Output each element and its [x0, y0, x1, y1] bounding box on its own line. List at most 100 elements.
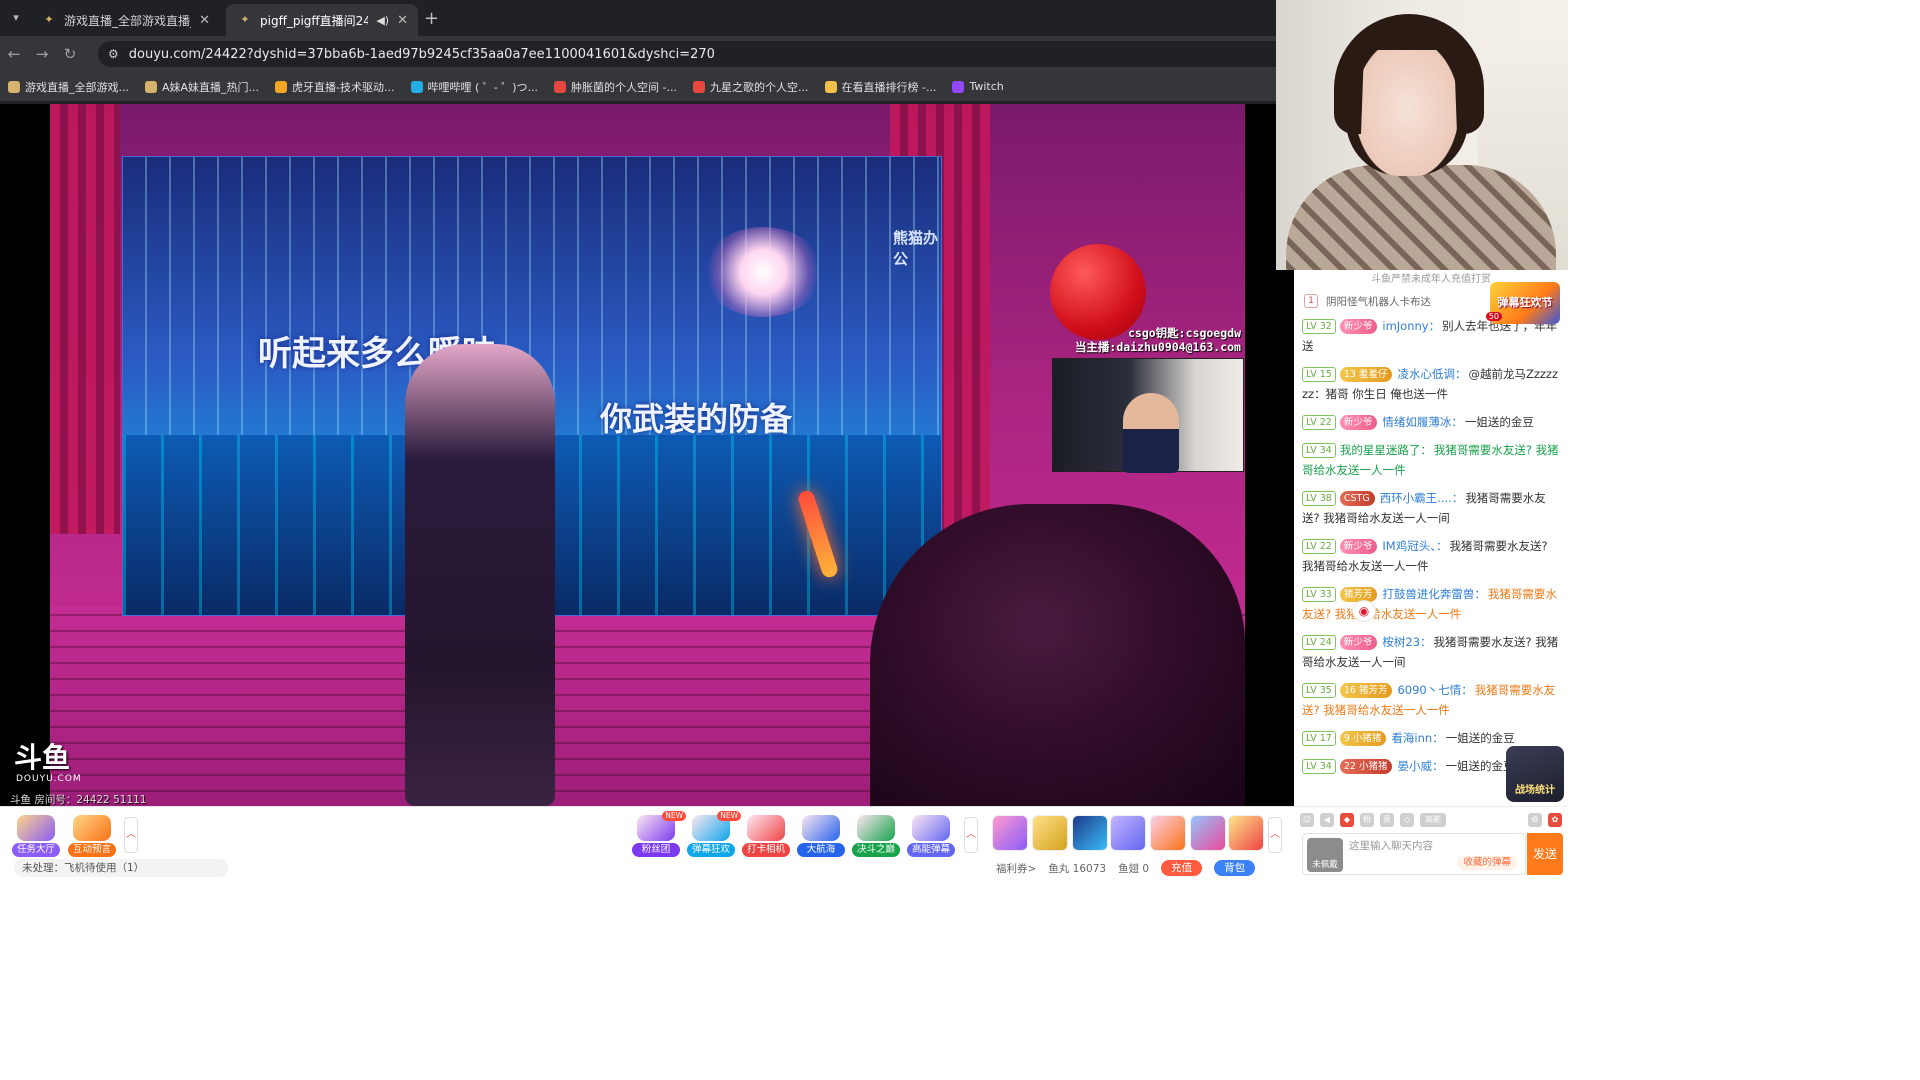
- new-tab-plus-icon[interactable]: +: [424, 8, 439, 29]
- reload-icon[interactable]: ↻: [56, 45, 84, 63]
- gift-item-icon[interactable]: [1072, 815, 1108, 851]
- fan-badge[interactable]: CSTG: [1339, 491, 1375, 506]
- chat-username[interactable]: 西环小霸王....：: [1380, 491, 1464, 505]
- high-energy-toggle[interactable]: 高能: [1420, 813, 1446, 827]
- douyu-favicon-icon: ✦: [44, 13, 54, 26]
- fan-badge[interactable]: 新少爷: [1339, 635, 1378, 650]
- tab-room-24422[interactable]: ✦ pigff_pigff直播间24422_斗 ◀) ✕: [226, 4, 418, 36]
- weibo-share-icon[interactable]: ◉: [1352, 600, 1376, 622]
- chat-username[interactable]: 凌水心低调：: [1397, 367, 1466, 381]
- bookmark-favicon-icon: [275, 80, 288, 93]
- gift-item-icon[interactable]: [1110, 815, 1146, 851]
- action-button[interactable]: 任务大厅: [12, 815, 60, 857]
- address-bar[interactable]: ⚙ douyu.com/24422?dyshid=37bba6b-1aed97b…: [98, 41, 1276, 67]
- fan-badge[interactable]: 新少爷: [1339, 415, 1378, 430]
- bookmark-item[interactable]: 在看直播排行榜 -...: [824, 79, 936, 95]
- fan-badge[interactable]: 13 羞羞仔: [1339, 367, 1393, 382]
- favorite-danmu-button[interactable]: 收藏的弹幕: [1457, 856, 1517, 870]
- bookmark-label: 肿胀菌的个人空间 -...: [571, 80, 678, 94]
- tab-close-icon[interactable]: ✕: [199, 13, 210, 28]
- douyu-logo: 斗鱼: [14, 741, 71, 774]
- site-settings-icon[interactable]: ⚙: [108, 47, 119, 61]
- expand-gifts-arrow-icon[interactable]: ︿: [1268, 817, 1282, 853]
- chat-message: LV 33 猪芳芳 打鼓兽进化奔雷兽： 我猪哥需要水友送? 我猪哥给水友送一人一件: [1294, 580, 1568, 628]
- bookmark-item[interactable]: 肿胀菌的个人空间 -...: [554, 79, 677, 95]
- gift-box-icon[interactable]: ✿: [1548, 813, 1562, 827]
- feature-label: 大航海: [797, 843, 845, 857]
- feature-button[interactable]: 弹幕狂欢 NEW: [687, 811, 741, 857]
- feature-button[interactable]: 大航海: [797, 815, 845, 857]
- battle-stats-badge[interactable]: 战场统计: [1506, 746, 1564, 802]
- chat-username[interactable]: 我的星星迷路了：: [1340, 443, 1432, 457]
- fan-badge[interactable]: 9 小猪猪: [1339, 731, 1387, 746]
- back-arrow-icon[interactable]: ←: [0, 45, 28, 63]
- bookmark-item[interactable]: A妹A妹直播_热门...: [145, 79, 259, 95]
- bookmark-favicon-icon: [952, 80, 965, 93]
- gift-item-icon[interactable]: [1032, 815, 1068, 851]
- tab-game-live[interactable]: ✦ 游戏直播_全部游戏直播_斗鱼直 ✕: [30, 4, 220, 36]
- bookmark-item[interactable]: 哔哩哔哩 ( ゜- ゜)つ...: [410, 79, 538, 95]
- emoji-icon[interactable]: ☺: [1300, 813, 1314, 827]
- chat-username[interactable]: 桉树23：: [1382, 635, 1431, 649]
- gift-item-icon[interactable]: [992, 815, 1028, 851]
- chat-username[interactable]: IM鸡冠头、：: [1382, 539, 1447, 553]
- recharge-button[interactable]: 充值: [1161, 860, 1203, 876]
- bookmark-favicon-icon: [410, 80, 423, 93]
- tab-close-icon[interactable]: ✕: [397, 13, 408, 28]
- video-player[interactable]: 熊猫办公 听起来多么暧昧 你武装的防备 csgo钥匙:csgoegdw 当主播:…: [0, 104, 1294, 806]
- room-id-label: 斗鱼 房间号：24422 51111: [10, 794, 147, 806]
- feature-button[interactable]: 打卡相机: [742, 815, 790, 857]
- shield-icon[interactable]: ◇: [1400, 813, 1414, 827]
- feature-icon: [857, 815, 895, 841]
- feature-label: 粉丝团: [632, 843, 680, 857]
- feature-button[interactable]: 粉丝团 NEW: [632, 811, 686, 857]
- bookmark-item[interactable]: 游戏直播_全部游戏...: [8, 79, 129, 95]
- expand-features-arrow-icon[interactable]: ︿: [964, 817, 978, 853]
- feature-button[interactable]: 高能弹幕: [907, 815, 955, 857]
- chat-username[interactable]: 看海inn：: [1391, 731, 1443, 745]
- feature-button[interactable]: 决斗之巅: [852, 815, 900, 857]
- fans-icon[interactable]: 粉: [1360, 813, 1374, 827]
- user-level-badge: LV 33: [1302, 587, 1336, 602]
- settings-icon[interactable]: ⚙: [1528, 813, 1542, 827]
- rank-user[interactable]: 阴阳怪气机器人卡布达: [1326, 294, 1431, 309]
- send-button[interactable]: 发送: [1527, 833, 1563, 875]
- chat-text: 一姐送的金豆: [1464, 415, 1534, 429]
- forward-arrow-icon[interactable]: →: [28, 45, 56, 63]
- backpack-button[interactable]: 背包: [1214, 860, 1256, 876]
- fan-badge[interactable]: 新少爷: [1339, 539, 1378, 554]
- chat-username[interactable]: 6090丶七情：: [1397, 683, 1472, 697]
- bookmark-item[interactable]: 虎牙直播-技术驱动...: [275, 79, 395, 95]
- wallet-bar: 福利券> 鱼丸 16073 鱼翅 0 充值 背包: [996, 859, 1256, 877]
- chat-username[interactable]: imJonny：: [1382, 319, 1440, 333]
- fishfin-balance: 鱼翅 0: [1118, 862, 1150, 875]
- guard-icon[interactable]: 贵: [1380, 813, 1394, 827]
- fan-badge-avatar[interactable]: 未佩戴: [1307, 838, 1343, 872]
- user-level-badge: LV 32: [1302, 319, 1336, 334]
- bookmark-item[interactable]: 九星之歌的个人空...: [693, 79, 809, 95]
- chat-username[interactable]: 晏小威：: [1397, 759, 1443, 773]
- audience-figure: [870, 504, 1245, 806]
- expand-left-arrow-icon[interactable]: ︿: [124, 817, 138, 853]
- noble-icon[interactable]: ◆: [1340, 813, 1354, 827]
- megaphone-icon[interactable]: ◀: [1320, 813, 1334, 827]
- chat-message: LV 24 新少爷 桉树23： 我猪哥需要水友送? 我猪哥给水友送一人一间: [1294, 628, 1568, 676]
- bookmark-item[interactable]: Twitch: [952, 80, 1004, 93]
- gift-item-icon[interactable]: [1228, 815, 1264, 851]
- tab-search-chevron-icon[interactable]: ▾: [6, 8, 26, 28]
- fan-badge[interactable]: 猪芳芳: [1339, 587, 1378, 602]
- bookmark-label: Twitch: [969, 80, 1004, 93]
- action-button[interactable]: 互动预言: [68, 815, 116, 857]
- welfare-coupon-link[interactable]: 福利券>: [996, 861, 1036, 876]
- gift-item-icon[interactable]: [1190, 815, 1226, 851]
- gift-item-icon[interactable]: [1150, 815, 1186, 851]
- chat-username[interactable]: 情绪如履薄冰：: [1382, 415, 1463, 429]
- url-text[interactable]: douyu.com/24422?dyshid=37bba6b-1aed97b92…: [129, 47, 715, 62]
- speaker-icon[interactable]: ◀): [376, 14, 389, 27]
- fan-badge[interactable]: 新少爷: [1339, 319, 1378, 334]
- pending-items-notice[interactable]: 未处理：飞机待使用（1）: [14, 859, 228, 877]
- chat-message-input[interactable]: [1349, 840, 1519, 852]
- fan-badge[interactable]: 22 小猪猪: [1339, 759, 1393, 774]
- chat-username[interactable]: 打鼓兽进化奔雷兽：: [1382, 587, 1486, 601]
- fan-badge[interactable]: 16 猪芳芳: [1339, 683, 1393, 698]
